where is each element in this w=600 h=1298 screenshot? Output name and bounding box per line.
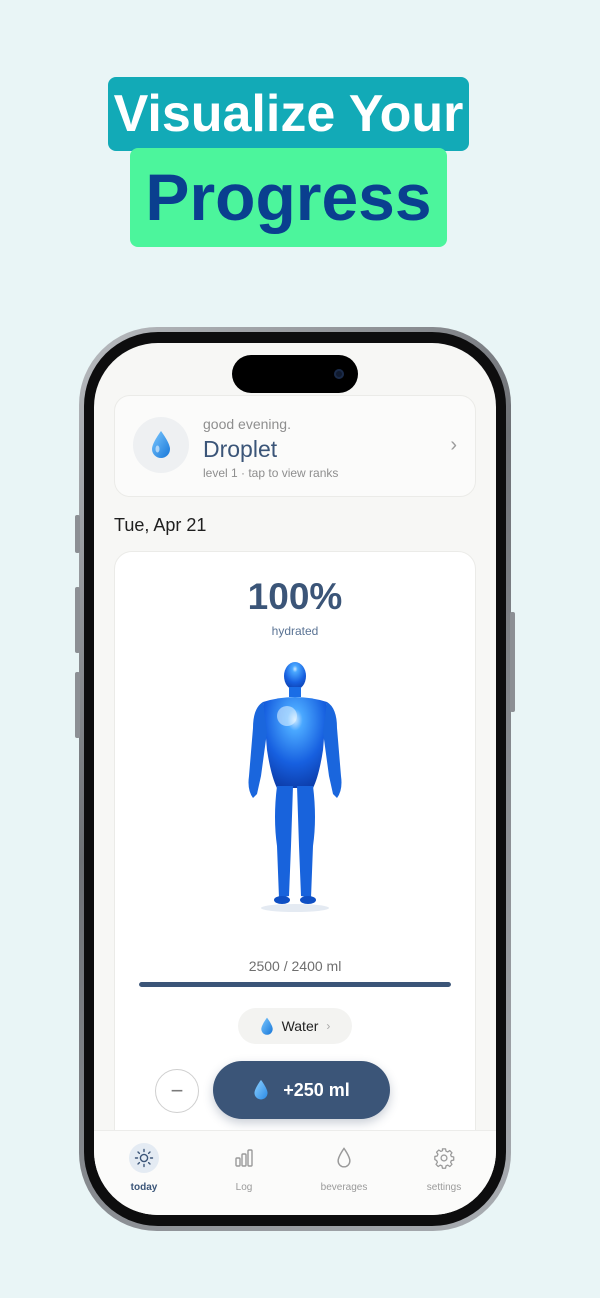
tab-log[interactable]: Log <box>194 1143 294 1193</box>
chevron-right-icon: › <box>450 434 457 456</box>
volume-down-button <box>75 672 80 738</box>
water-drop-icon <box>260 1017 273 1035</box>
hydration-card: 100% hydrated 2500 / 2400 ml Water › − +… <box>114 551 476 1193</box>
add-water-button[interactable]: +250 ml <box>213 1061 390 1119</box>
water-drop-icon <box>133 417 189 473</box>
drop-outline-icon <box>329 1143 359 1173</box>
action-button <box>75 515 80 553</box>
dynamic-island <box>232 355 358 393</box>
beverage-label: Water <box>281 1018 319 1034</box>
profile-level: level 1 · tap to view ranks <box>203 466 339 480</box>
tab-beverages[interactable]: beverages <box>294 1143 394 1193</box>
power-button <box>510 612 515 712</box>
add-water-label: +250 ml <box>283 1079 350 1100</box>
phone-screen: good evening. Droplet level 1 · tap to v… <box>94 343 496 1215</box>
current-date: Tue, Apr 21 <box>114 515 207 535</box>
tab-bar: today Log beverages settings <box>94 1130 496 1215</box>
decrement-button[interactable]: − <box>155 1069 199 1113</box>
gear-icon <box>429 1143 459 1173</box>
beverage-selector[interactable]: Water › <box>238 1008 352 1044</box>
tab-settings[interactable]: settings <box>394 1143 494 1193</box>
tab-today[interactable]: today <box>94 1143 194 1193</box>
camera-icon <box>334 369 344 379</box>
hydration-percent: 100% <box>247 576 343 617</box>
profile-card[interactable]: good evening. Droplet level 1 · tap to v… <box>114 395 476 497</box>
tab-label: settings <box>426 1182 462 1193</box>
hydration-progress-fill <box>139 982 451 987</box>
headline-line-1: Visualize Your <box>108 77 469 151</box>
hydration-status: hydrated <box>271 624 319 638</box>
greeting-text: good evening. <box>203 416 291 432</box>
headline-line-2: Progress <box>130 148 447 247</box>
tab-label: today <box>130 1182 158 1193</box>
hydration-progress-bar <box>139 982 451 987</box>
profile-name: Droplet <box>203 436 278 462</box>
chevron-right-icon: › <box>326 1019 331 1033</box>
bar-chart-icon <box>229 1143 259 1173</box>
volume-up-button <box>75 587 80 653</box>
intake-amount: 2500 / 2400 ml <box>248 958 342 974</box>
tab-label: beverages <box>320 1182 368 1193</box>
tab-label: Log <box>235 1182 253 1193</box>
water-drop-icon <box>254 1079 268 1100</box>
sun-icon <box>129 1143 159 1173</box>
body-figure-icon <box>248 662 342 912</box>
